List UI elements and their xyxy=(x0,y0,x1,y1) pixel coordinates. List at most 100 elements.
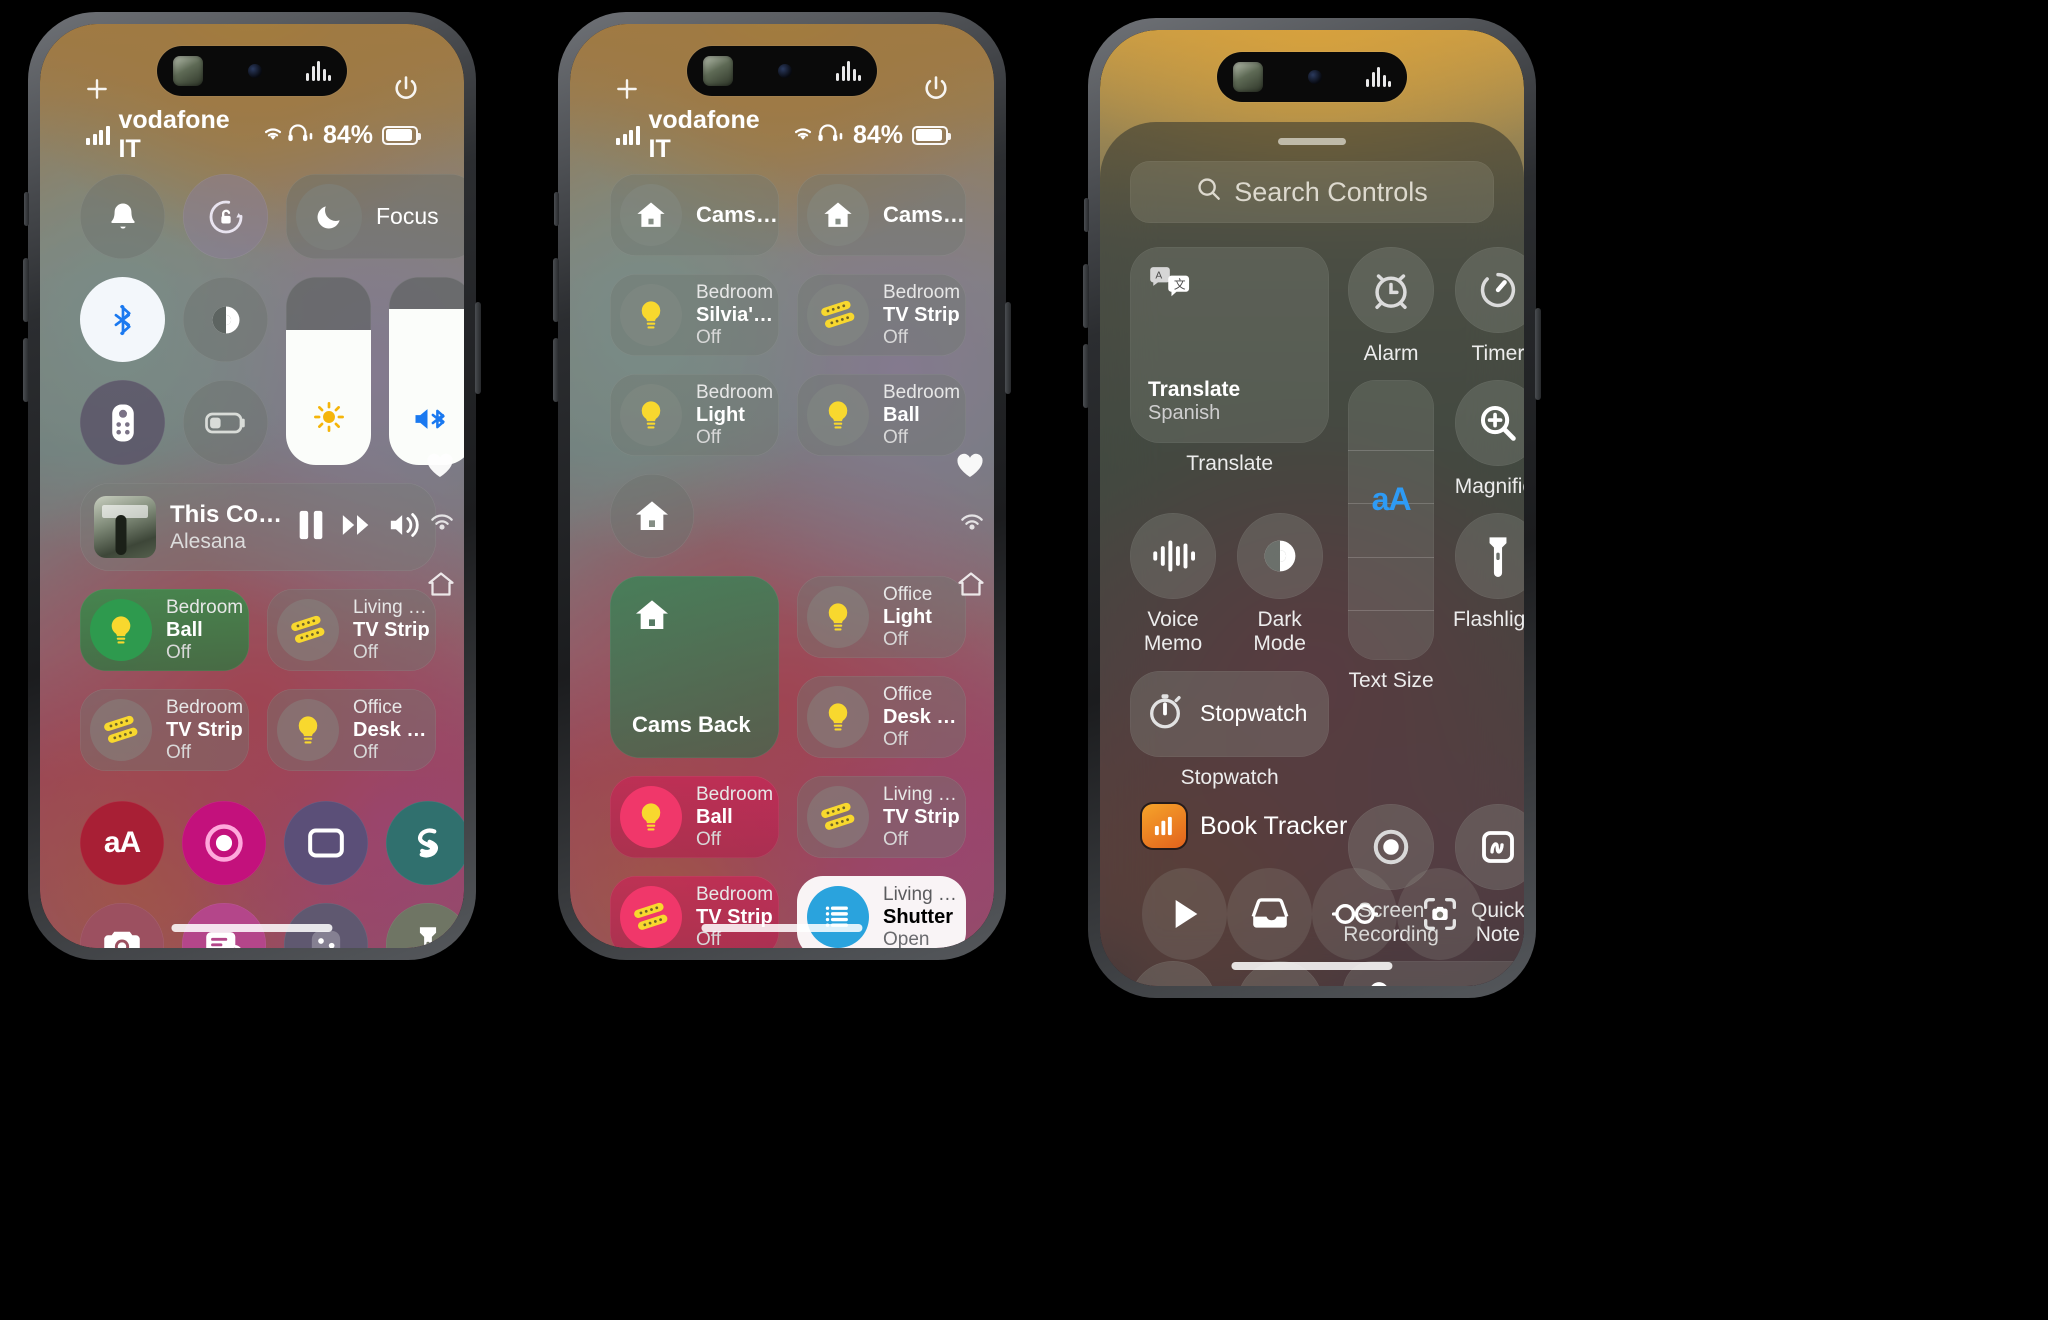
pause-icon[interactable] xyxy=(296,508,326,547)
screenshot-stage: vodafone IT 84% Focus This Con Alesana B… xyxy=(0,0,2048,1320)
tile-name: Light xyxy=(883,605,932,628)
now-playing-module[interactable]: This Conversation is Alesana xyxy=(80,483,436,571)
audio-waveform-icon xyxy=(306,61,331,81)
home-tile[interactable]: Bedroom TV Strip Off xyxy=(610,876,779,948)
tile-state: Off xyxy=(696,426,721,448)
screen-mirroring-icon[interactable] xyxy=(284,801,368,885)
fast-forward-icon[interactable] xyxy=(340,510,374,545)
lightbulb-icon xyxy=(90,599,152,661)
tile-room: Bedroom xyxy=(696,784,774,806)
home-tile[interactable]: Living RoomTV StripOff xyxy=(267,589,436,671)
home-tile[interactable]: OfficeDesk StripOff xyxy=(267,689,436,771)
tile-name: TV Strip xyxy=(353,618,430,641)
home-tile[interactable]: Bedroom Light Off xyxy=(610,374,779,456)
volume-up-button[interactable] xyxy=(553,258,559,322)
airplay-audio-icon[interactable] xyxy=(388,510,422,545)
scene-tiles-grid: Cams Front Cams Back BedroomSilvia's Lig… xyxy=(610,174,966,456)
wifi-icon xyxy=(790,121,816,150)
scene-tile-cams-front[interactable]: Cams Front xyxy=(610,174,779,256)
power-icon[interactable] xyxy=(392,74,420,107)
brightness-slider[interactable] xyxy=(286,277,371,465)
home-tile[interactable]: Bedroom TV Strip Off xyxy=(80,689,249,771)
recognize-music-icon[interactable] xyxy=(386,801,464,885)
magnifier-control[interactable]: Magnifier xyxy=(1453,380,1524,499)
bell-icon[interactable] xyxy=(80,174,165,259)
timer-control[interactable]: Timer xyxy=(1453,247,1524,366)
track-artist: Alesana xyxy=(170,529,246,553)
mute-switch[interactable] xyxy=(1084,198,1089,232)
heart-icon[interactable] xyxy=(424,450,456,485)
power-icon[interactable] xyxy=(922,74,950,107)
airplay-icon[interactable] xyxy=(428,510,456,539)
mute-switch[interactable] xyxy=(24,192,29,226)
tile-room: Bedroom xyxy=(166,597,244,619)
power-button[interactable] xyxy=(1005,302,1011,394)
search-input[interactable]: Search Controls xyxy=(1130,161,1494,223)
bluetooth-icon[interactable] xyxy=(80,277,165,362)
tile-room: Bedroom xyxy=(883,382,961,404)
reader-control[interactable] xyxy=(1312,868,1397,960)
translate-tile[interactable]: A 文 Translate Spanish xyxy=(1130,247,1330,443)
volume-down-button[interactable] xyxy=(553,338,559,402)
alarm-control[interactable]: Alarm xyxy=(1343,247,1439,366)
home-tile[interactable]: BedroomSilvia's LightOff xyxy=(610,274,779,356)
plus-icon[interactable] xyxy=(614,76,640,107)
search-placeholder: Search Controls xyxy=(1234,176,1428,207)
carrier-label: vodafone IT xyxy=(648,106,760,163)
plus-icon[interactable] xyxy=(84,76,110,107)
stopwatch-tile[interactable]: Stopwatch xyxy=(1130,670,1330,757)
camera-icon[interactable] xyxy=(80,903,164,948)
volume-up-button[interactable] xyxy=(23,258,29,322)
camera-tile-cams-back[interactable]: Cams Back xyxy=(610,576,779,758)
light-strip-icon xyxy=(620,886,682,948)
power-button[interactable] xyxy=(1535,308,1541,400)
flashlight-icon[interactable] xyxy=(386,903,464,948)
screen-recording-icon[interactable] xyxy=(182,801,266,885)
voice-memo-control[interactable]: Voice Memo xyxy=(1130,513,1216,656)
inbox-control[interactable] xyxy=(1227,868,1312,960)
text-size-icon[interactable]: aA xyxy=(80,801,164,885)
focus-button[interactable]: Focus xyxy=(286,174,464,259)
airplay-icon[interactable] xyxy=(958,510,986,539)
power-button[interactable] xyxy=(475,302,481,394)
scene-tile-cams-back[interactable]: Cams Back xyxy=(797,174,966,256)
home-tile[interactable]: Office Light Off xyxy=(797,576,966,658)
tile-room: Bedroom xyxy=(166,697,244,719)
volume-down-button[interactable] xyxy=(23,338,29,402)
light-strip-icon xyxy=(277,599,339,661)
flashlight-control[interactable]: Flashlight xyxy=(1453,513,1524,656)
home-tile[interactable]: Bedroom Ball Off xyxy=(610,776,779,858)
mute-switch[interactable] xyxy=(554,192,559,226)
tile-room: Office xyxy=(883,584,933,606)
home-tile[interactable]: Living RoomTV StripOff xyxy=(797,776,966,858)
text-size-control[interactable]: aA Text Size xyxy=(1343,380,1439,790)
volume-up-button[interactable] xyxy=(1083,264,1089,328)
tile-room: Living Room xyxy=(883,884,966,906)
tile-name: Desk Strip xyxy=(353,718,436,741)
app-row[interactable]: Book Tracker xyxy=(1142,804,1482,848)
home-tile[interactable]: Bedroom Ball Off xyxy=(80,589,249,671)
sheet-grabber[interactable] xyxy=(1278,138,1346,145)
home-app-button[interactable] xyxy=(610,474,694,558)
rotation-lock-icon[interactable] xyxy=(183,174,268,259)
volume-slider[interactable] xyxy=(389,277,464,465)
volume-down-button[interactable] xyxy=(1083,344,1089,408)
home-tile[interactable]: OfficeDesk StripOff xyxy=(797,676,966,758)
home-icon[interactable] xyxy=(426,570,456,603)
home-icon[interactable] xyxy=(956,570,986,603)
low-power-icon[interactable] xyxy=(183,380,268,465)
translate-title: Translate xyxy=(1148,378,1241,401)
home-tile[interactable]: Living RoomShutterOpen xyxy=(797,876,966,948)
home-tile[interactable]: Bedroom Ball Off xyxy=(797,374,966,456)
dark-mode-icon[interactable] xyxy=(183,277,268,362)
dark-mode-control[interactable]: Dark Mode xyxy=(1230,513,1329,656)
heart-icon[interactable] xyxy=(954,450,986,485)
translate-control[interactable]: A 文 Translate Spanish Translate xyxy=(1130,247,1330,499)
text-size-slider[interactable]: aA xyxy=(1348,380,1435,661)
apple-tv-remote-icon[interactable] xyxy=(80,380,165,465)
tile-state: Off xyxy=(696,828,721,850)
camera-scan-control[interactable] xyxy=(1397,868,1482,960)
home-tile[interactable]: Bedroom TV Strip Off xyxy=(797,274,966,356)
stopwatch-control[interactable]: Stopwatch Stopwatch xyxy=(1130,670,1330,790)
play-control[interactable] xyxy=(1142,868,1227,960)
